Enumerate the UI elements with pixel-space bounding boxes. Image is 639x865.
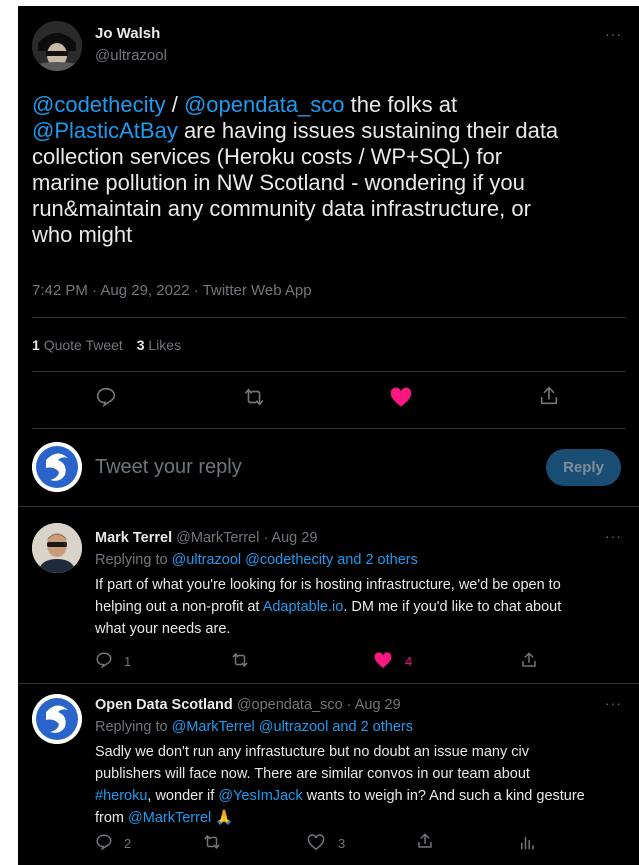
reply-text-part: , wonder if (147, 788, 219, 804)
like-count: 3 (338, 836, 346, 851)
reply-text-part: from (95, 810, 129, 826)
retweet-icon[interactable] (203, 833, 221, 851)
share-icon[interactable] (520, 651, 538, 669)
mention-link[interactable]: @opendata_sco (184, 92, 345, 117)
replying-to-label: Replying to (95, 719, 168, 735)
reply-text: If part of what you're looking for is ho… (95, 574, 561, 640)
tweet-stats: 1 Quote Tweet 3 Likes (32, 337, 181, 353)
reply-icon[interactable] (95, 651, 113, 669)
tweet-timestamp[interactable]: 7:42 PM · Aug 29, 2022 · Twitter Web App (32, 282, 312, 299)
reply-author-name[interactable]: Mark Terrel (95, 530, 172, 546)
reply-header: Mark Terrel @MarkTerrel · Aug 29 (95, 530, 317, 546)
likes-link[interactable]: 3 Likes (137, 337, 181, 353)
replying-to-users[interactable]: @ultrazool @codethecity and 2 others (172, 552, 418, 568)
tweet-text-line: collection services (Heroku costs / WP+S… (32, 144, 503, 169)
reply-text-line: publishers will face now. There are simi… (95, 766, 530, 782)
author-name[interactable]: Jo Walsh (95, 25, 160, 42)
reply-count: 1 (124, 654, 132, 669)
reply-author-handle[interactable]: @MarkTerrel (176, 530, 259, 546)
more-icon[interactable]: ··· (605, 26, 622, 42)
mention-link[interactable]: @codethecity (32, 92, 166, 117)
heart-icon[interactable] (374, 652, 392, 669)
author-handle[interactable]: @ultrazool (95, 47, 167, 64)
like-count: 4 (405, 654, 413, 669)
reply-text-part: . DM me if you'd like to chat about (343, 599, 562, 615)
reply-count: 2 (124, 836, 132, 851)
replying-to-users[interactable]: @MarkTerrel @ultrazool and 2 others (172, 719, 413, 735)
divider (18, 506, 639, 507)
mention-link[interactable]: @YesImJack (218, 788, 302, 804)
more-icon[interactable]: ··· (605, 528, 622, 544)
divider (32, 428, 626, 429)
tweet-text-part: are having issues sustaining their data (177, 118, 559, 143)
quote-tweets-link[interactable]: 1 Quote Tweet (32, 337, 127, 353)
more-icon[interactable]: ··· (605, 695, 622, 711)
reply-icon[interactable] (95, 833, 113, 851)
reply-text-part: wants to weigh in? And such a kind gestu… (302, 788, 585, 804)
divider (32, 317, 626, 318)
reply-date[interactable]: · Aug 29 (347, 697, 401, 713)
quote-count: 1 (32, 337, 40, 353)
retweet-icon[interactable] (231, 651, 249, 669)
heart-icon[interactable] (390, 387, 412, 408)
quote-label: Quote Tweet (43, 337, 123, 353)
divider (18, 683, 639, 684)
analytics-icon[interactable] (518, 833, 536, 851)
reply-date[interactable]: · Aug 29 (263, 530, 317, 546)
author-avatar[interactable] (32, 21, 82, 71)
tweet-text-line: who might (32, 222, 133, 247)
adaptable-link[interactable]: Adaptable.io (263, 599, 344, 615)
reply-text-line: If part of what you're looking for is ho… (95, 577, 561, 593)
share-icon[interactable] (538, 385, 560, 407)
retweet-icon[interactable] (243, 386, 265, 408)
reply-header: Open Data Scotland @opendata_sco · Aug 2… (95, 697, 401, 713)
tweet-text-part: / (165, 92, 184, 117)
divider (32, 371, 626, 372)
reply-text-line: Sadly we don't run any infrastucture but… (95, 744, 529, 760)
tweet-thread: Jo Walsh @ultrazool ··· @codethecity / @… (18, 6, 639, 865)
folded-hands-emoji: 🙏 (215, 810, 234, 826)
replying-to-label: Replying to (95, 552, 168, 568)
reply-author-handle[interactable]: @opendata_sco (237, 697, 343, 713)
replying-to: Replying to @ultrazool @codethecity and … (95, 552, 418, 568)
tweet-text: @codethecity / @opendata_sco the folks a… (32, 92, 632, 248)
reply-author-name[interactable]: Open Data Scotland (95, 697, 233, 713)
reply-text-line: what your needs are. (95, 621, 231, 637)
reply-icon[interactable] (95, 386, 117, 408)
likes-count: 3 (136, 337, 145, 353)
reply-text: Sadly we don't run any infrastucture but… (95, 741, 585, 829)
reply-text-part: helping out a non-profit at (95, 599, 263, 615)
hashtag-link[interactable]: #heroku (95, 788, 147, 804)
reply-avatar[interactable] (32, 523, 82, 573)
tweet-text-line: run&maintain any community data infrastr… (32, 196, 531, 221)
user-avatar[interactable] (32, 442, 82, 492)
tweet-text-line: marine pollution in NW Scotland - wonder… (32, 170, 525, 195)
heart-outline-icon[interactable] (307, 834, 325, 851)
mention-link[interactable]: @PlasticAtBay (32, 118, 178, 143)
share-icon[interactable] (416, 832, 434, 850)
replying-to: Replying to @MarkTerrel @ultrazool and 2… (95, 719, 413, 735)
mention-link[interactable]: @MarkTerrel (128, 810, 211, 826)
reply-button[interactable]: Reply (546, 449, 621, 486)
tweet-text-part: the folks at (344, 92, 458, 117)
likes-label: Likes (148, 337, 182, 353)
reply-input[interactable]: Tweet your reply (95, 456, 242, 479)
reply-avatar[interactable] (32, 694, 82, 744)
